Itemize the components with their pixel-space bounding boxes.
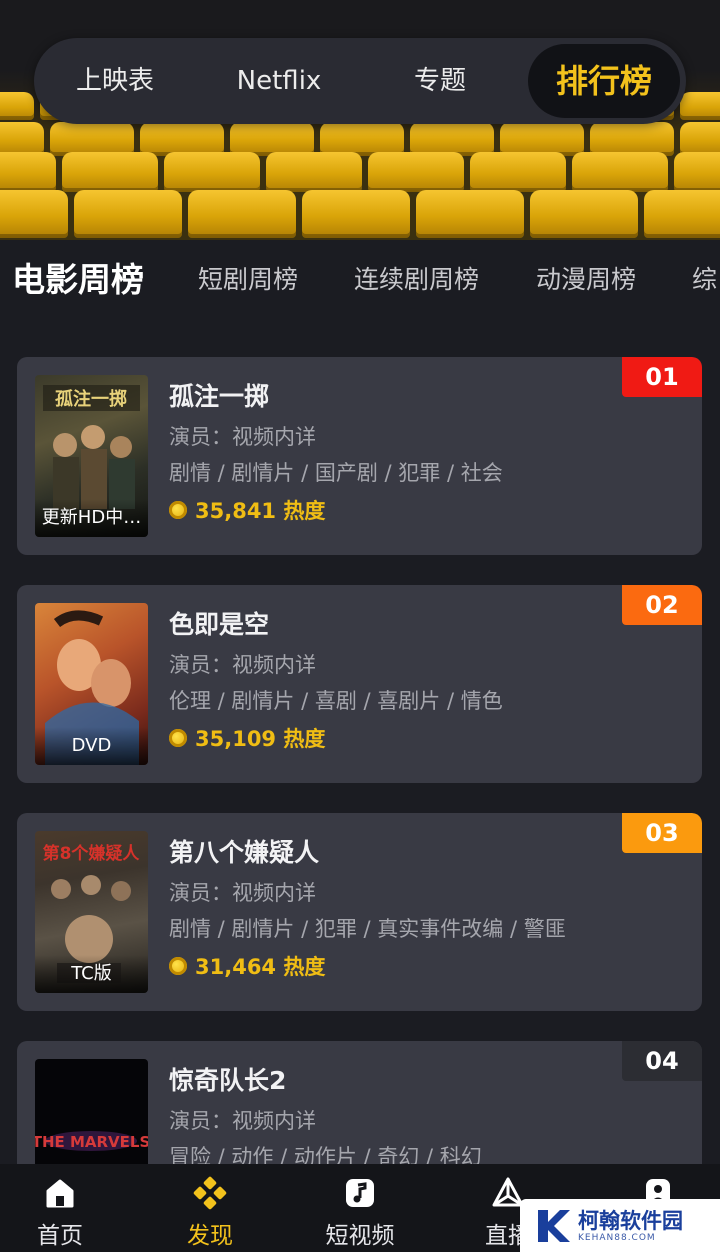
seat xyxy=(674,152,720,192)
movie-actors: 演员：视频内详 xyxy=(169,881,316,905)
seat xyxy=(320,122,404,156)
watermark-url: KEHAN88.COM xyxy=(578,1232,656,1243)
seat xyxy=(0,190,68,238)
rank-badge: 01 xyxy=(622,357,702,397)
rank-badge: 03 xyxy=(622,813,702,853)
coin-icon xyxy=(169,501,187,519)
nav-label-short-video: 短视频 xyxy=(325,1223,395,1249)
ranking-card[interactable]: 孤注一掷 更新HD中… 孤注一掷 演员：视频内详 剧情 / 剧情片 / 国产剧 … xyxy=(17,357,702,555)
top-tab-bar: 上映表 Netflix 专题 排行榜 xyxy=(34,38,686,124)
tab-rankings[interactable]: 排行榜 xyxy=(528,44,680,118)
seat-row xyxy=(0,152,720,192)
seat xyxy=(530,190,638,238)
seat xyxy=(680,122,720,156)
movie-genres: 剧情 / 剧情片 / 国产剧 / 犯罪 / 社会 xyxy=(169,461,503,485)
watermark-text: 柯翰软件园 KEHAN88.COM xyxy=(578,1209,683,1243)
movie-poster: 第8个嫌疑人 TC版 xyxy=(35,831,148,993)
seat xyxy=(644,190,720,238)
ranking-card[interactable]: DVD 色即是空 演员：视频内详 伦理 / 剧情片 / 喜剧 / 喜剧片 / 情… xyxy=(17,585,702,783)
movie-actors: 演员：视频内详 xyxy=(169,1109,316,1133)
seat xyxy=(470,152,566,192)
svg-text:孤注一掷: 孤注一掷 xyxy=(55,388,127,410)
heat-score: 31,464 热度 xyxy=(169,951,325,981)
seat-row xyxy=(0,122,720,156)
movie-title: 惊奇队长2 xyxy=(169,1066,287,1095)
watermark-name: 柯翰软件园 xyxy=(578,1208,683,1233)
poster-badge: 更新HD中… xyxy=(35,499,148,537)
seat xyxy=(0,122,44,156)
seat xyxy=(0,92,34,120)
hero-banner: 上映表 Netflix 专题 排行榜 xyxy=(0,0,720,240)
seat-row xyxy=(0,190,720,238)
tab-short-drama-weekly[interactable]: 短剧周榜 xyxy=(198,240,298,320)
heat-value: 35,841 热度 xyxy=(195,499,326,523)
svg-text:THE MARVELS: THE MARVELS xyxy=(35,1133,148,1151)
movie-actors: 演员：视频内详 xyxy=(169,425,316,449)
movie-genres: 伦理 / 剧情片 / 喜剧 / 喜剧片 / 情色 xyxy=(169,689,503,713)
tab-series-weekly[interactable]: 连续剧周榜 xyxy=(354,240,479,320)
seat xyxy=(368,152,464,192)
music-note-icon xyxy=(346,1179,374,1207)
seat xyxy=(230,122,314,156)
heat-score: 35,109 热度 xyxy=(169,723,325,753)
nav-label-discover: 发现 xyxy=(187,1223,233,1249)
seat xyxy=(266,152,362,192)
seat xyxy=(416,190,524,238)
poster-badge: DVD xyxy=(35,727,148,765)
nav-label-home: 首页 xyxy=(37,1223,83,1249)
tab-showtimes[interactable]: 上映表 xyxy=(54,38,176,124)
seat xyxy=(140,122,224,156)
nav-short-video[interactable]: 短视频 xyxy=(310,1164,410,1252)
seat xyxy=(188,190,296,238)
movie-title: 第八个嫌疑人 xyxy=(169,838,320,867)
seat xyxy=(302,190,410,238)
watermark: 柯翰软件园 KEHAN88.COM xyxy=(520,1199,720,1252)
nav-home[interactable]: 首页 xyxy=(10,1164,110,1252)
seat xyxy=(572,152,668,192)
seat xyxy=(50,122,134,156)
tab-movie-weekly[interactable]: 电影周榜 xyxy=(12,240,144,320)
seat xyxy=(590,122,674,156)
movie-poster: 孤注一掷 更新HD中… xyxy=(35,375,148,537)
coin-icon xyxy=(169,957,187,975)
svg-text:第8个嫌疑人: 第8个嫌疑人 xyxy=(43,843,141,864)
poster-badge: TC版 xyxy=(35,955,148,993)
seat xyxy=(410,122,494,156)
rank-badge: 04 xyxy=(622,1041,702,1081)
home-icon xyxy=(46,1179,74,1208)
heat-value: 35,109 热度 xyxy=(195,727,326,751)
heat-score: 35,841 热度 xyxy=(169,495,325,525)
movie-genres: 剧情 / 剧情片 / 犯罪 / 真实事件改编 / 警匪 xyxy=(169,917,566,941)
rank-badge: 02 xyxy=(622,585,702,625)
seat xyxy=(500,122,584,156)
seat xyxy=(164,152,260,192)
seat xyxy=(62,152,158,192)
movie-title: 色即是空 xyxy=(169,610,270,639)
seat xyxy=(0,152,56,192)
category-tab-bar: 电影周榜 短剧周榜 连续剧周榜 动漫周榜 综 xyxy=(0,240,720,320)
movie-actors: 演员：视频内详 xyxy=(169,653,316,677)
seat xyxy=(680,92,720,120)
movie-title: 孤注一掷 xyxy=(169,382,270,411)
discover-icon xyxy=(193,1176,227,1210)
seat xyxy=(74,190,182,238)
nav-discover[interactable]: 发现 xyxy=(160,1164,260,1252)
tab-variety-weekly[interactable]: 综 xyxy=(692,240,717,320)
tab-topics[interactable]: 专题 xyxy=(380,38,500,124)
tab-anime-weekly[interactable]: 动漫周榜 xyxy=(536,240,636,320)
ranking-card[interactable]: 第8个嫌疑人 TC版 第八个嫌疑人 演员：视频内详 剧情 / 剧情片 / 犯罪 … xyxy=(17,813,702,1011)
kehan-logo-icon xyxy=(538,1209,570,1242)
movie-poster: DVD xyxy=(35,603,148,765)
tab-netflix[interactable]: Netflix xyxy=(214,38,344,124)
coin-icon xyxy=(169,729,187,747)
heat-value: 31,464 热度 xyxy=(195,955,326,979)
